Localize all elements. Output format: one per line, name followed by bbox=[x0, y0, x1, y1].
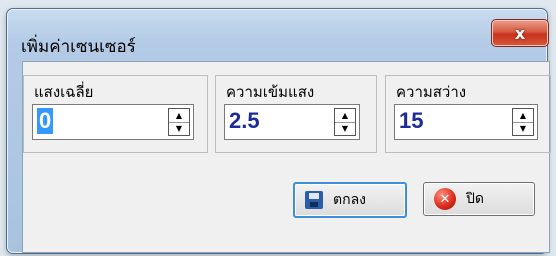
close-button[interactable]: ✕ ปิด bbox=[423, 182, 535, 216]
close-x-icon: x bbox=[514, 23, 526, 43]
light-intensity-spin-buttons: ▲ ▼ bbox=[334, 108, 356, 136]
ok-button[interactable]: ตกลง bbox=[293, 182, 407, 218]
dialog-client-area: แสงเฉลี่ย 0 ▲ ▼ ความเข้มแสง 2.5 ▲ ▼ ความ… bbox=[22, 61, 551, 253]
close-button-label: ปิด bbox=[466, 191, 484, 207]
light-intensity-increment-button[interactable]: ▲ bbox=[335, 109, 355, 123]
window-close-button[interactable]: x bbox=[491, 19, 549, 47]
field-group-brightness: ความสว่าง 15 ▲ ▼ bbox=[385, 75, 551, 153]
average-light-value[interactable]: 0 bbox=[37, 108, 54, 134]
light-intensity-spinbox[interactable]: 2.5 ▲ ▼ bbox=[224, 104, 360, 140]
light-intensity-decrement-button[interactable]: ▼ bbox=[335, 122, 355, 135]
average-light-spinbox[interactable]: 0 ▲ ▼ bbox=[32, 104, 194, 140]
field-label-average-light: แสงเฉลี่ย bbox=[34, 83, 94, 101]
average-light-decrement-button[interactable]: ▼ bbox=[169, 122, 189, 135]
disk-icon bbox=[305, 191, 323, 209]
field-label-light-intensity: ความเข้มแสง bbox=[226, 83, 315, 101]
window-title: เพิ่มค่าเซนเซอร์ bbox=[21, 37, 136, 57]
field-group-light-intensity: ความเข้มแสง 2.5 ▲ ▼ bbox=[215, 75, 377, 153]
field-label-brightness: ความสว่าง bbox=[396, 83, 467, 101]
brightness-spin-buttons: ▲ ▼ bbox=[512, 108, 534, 136]
x-icon: ✕ bbox=[434, 188, 456, 210]
average-light-spin-buttons: ▲ ▼ bbox=[168, 108, 190, 136]
brightness-spinbox[interactable]: 15 ▲ ▼ bbox=[394, 104, 538, 140]
light-intensity-value[interactable]: 2.5 bbox=[229, 108, 260, 134]
brightness-value[interactable]: 15 bbox=[399, 108, 423, 134]
average-light-increment-button[interactable]: ▲ bbox=[169, 109, 189, 123]
brightness-increment-button[interactable]: ▲ bbox=[513, 109, 533, 123]
dialog-window: เพิ่มค่าเซนเซอร์ x แสงเฉลี่ย 0 ▲ ▼ ความเ… bbox=[6, 8, 551, 254]
ok-button-label: ตกลง bbox=[333, 192, 366, 208]
brightness-decrement-button[interactable]: ▼ bbox=[513, 122, 533, 135]
field-group-average-light: แสงเฉลี่ย 0 ▲ ▼ bbox=[23, 75, 208, 153]
